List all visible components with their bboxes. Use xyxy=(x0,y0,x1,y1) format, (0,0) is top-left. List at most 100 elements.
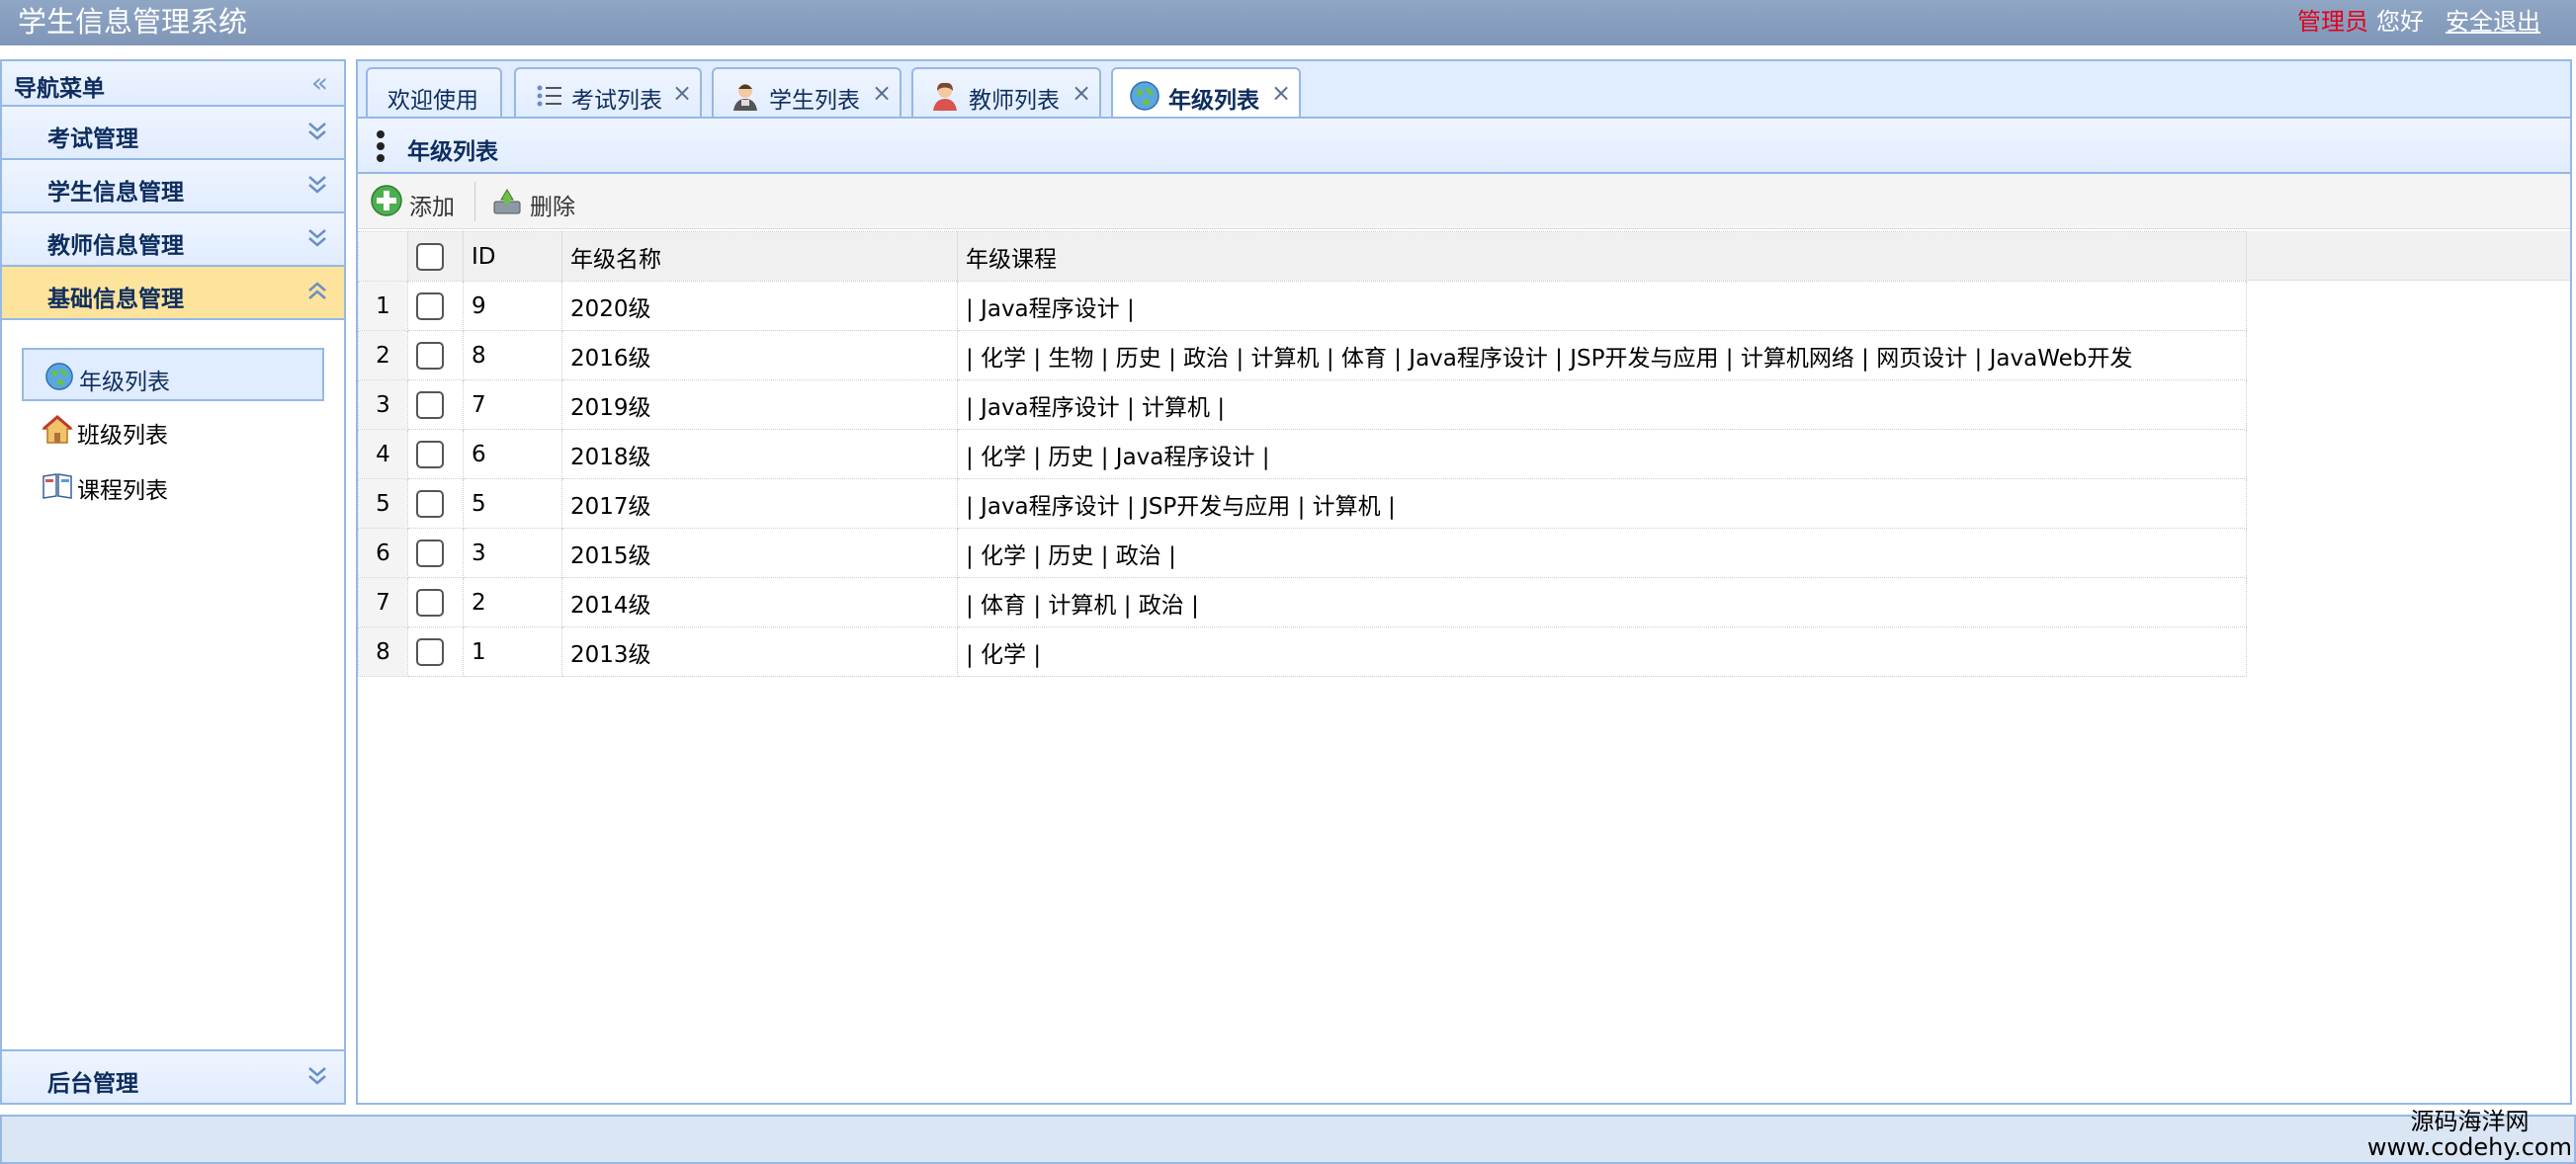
chevron-double-down-icon xyxy=(308,229,326,247)
cell-id: 1 xyxy=(463,626,562,677)
table-row[interactable]: 2 8 2016级 | 化学 | 生物 | 历史 | 政治 | 计算机 | 体育 | … xyxy=(358,330,2247,380)
table-row[interactable]: 8 1 2013级 | 化学 | xyxy=(358,626,2247,677)
house-icon xyxy=(42,415,73,444)
close-icon[interactable]: × xyxy=(1072,79,1091,107)
nav-group-exam[interactable]: 考试管理 xyxy=(2,107,344,160)
teacher-icon xyxy=(933,82,957,111)
cell-courses: | 化学 | 历史 | 政治 | xyxy=(957,528,2247,578)
column-header-name[interactable]: 年级名称 xyxy=(561,231,958,282)
close-icon[interactable]: × xyxy=(672,79,692,107)
nav-submenu: 年级列表 班级列表 课程列表 xyxy=(2,320,344,1032)
column-header-courses[interactable]: 年级课程 xyxy=(957,231,2247,282)
tab-bar: 欢迎使用 考试列表 × 学生列表 × 教师列表 × 年级列表 × xyxy=(356,59,2572,123)
row-select-cell xyxy=(407,379,464,430)
nav-title: 导航菜单 xyxy=(14,76,105,102)
close-icon[interactable]: × xyxy=(872,79,892,107)
row-number: 1 xyxy=(358,281,408,331)
nav-group-backend[interactable]: 后台管理 xyxy=(2,1049,344,1103)
tab-exam-list[interactable]: 考试列表 × xyxy=(514,67,702,121)
tab-grade-list[interactable]: 年级列表 × xyxy=(1111,67,1301,123)
nav-sidebar: 导航菜单 « 考试管理 学生信息管理 教师信息管理 基础信息管理 年级列表 班级… xyxy=(0,59,346,1105)
tab-teacher-list[interactable]: 教师列表 × xyxy=(911,67,1101,121)
cell-id: 3 xyxy=(463,528,562,578)
table-body: 1 9 2020级 | Java程序设计 | 2 8 2016级 | 化学 | 生物 | 历史… xyxy=(358,281,2247,677)
select-all-checkbox[interactable] xyxy=(416,242,444,271)
tab-label: 考试列表 xyxy=(571,88,662,114)
row-select-cell xyxy=(407,281,464,331)
nav-header: 导航菜单 « xyxy=(2,61,344,107)
row-number: 5 xyxy=(358,478,408,529)
table-row[interactable]: 7 2 2014级 | 体育 | 计算机 | 政治 | xyxy=(358,577,2247,627)
list-icon xyxy=(537,85,561,107)
cell-grade-name: 2017级 xyxy=(561,478,958,529)
toolbar: 添加 删除 xyxy=(358,174,2570,229)
cell-courses: | Java程序设计 | 计算机 | xyxy=(957,379,2247,430)
grade-list-panel: 年级列表 添加 删除 ID 年级名称 年级课程 1 9 2020级 | Java程序设… xyxy=(356,117,2572,1105)
row-select-cell xyxy=(407,478,464,529)
table-row[interactable]: 4 6 2018级 | 化学 | 历史 | Java程序设计 | xyxy=(358,429,2247,479)
row-select-cell xyxy=(407,577,464,627)
cell-grade-name: 2020级 xyxy=(561,281,958,331)
table-row[interactable]: 3 7 2019级 | Java程序设计 | 计算机 | xyxy=(358,379,2247,430)
nav-group-label: 基础信息管理 xyxy=(47,287,184,312)
cell-id: 5 xyxy=(463,478,562,529)
app-title: 学生信息管理系统 xyxy=(18,5,248,39)
status-footer xyxy=(0,1115,2576,1164)
nav-group-basic[interactable]: 基础信息管理 xyxy=(2,267,344,320)
grade-table: ID 年级名称 年级课程 1 9 2020级 | Java程序设计 | 2 8 2016级 |… xyxy=(358,231,2247,677)
row-checkbox[interactable] xyxy=(416,341,444,370)
table-row[interactable]: 6 3 2015级 | 化学 | 历史 | 政治 | xyxy=(358,528,2247,578)
chevron-double-up-icon xyxy=(308,282,326,299)
cell-courses: | 化学 | 历史 | Java程序设计 | xyxy=(957,429,2247,479)
row-checkbox[interactable] xyxy=(416,489,444,518)
row-checkbox[interactable] xyxy=(416,291,444,320)
cell-courses: | 体育 | 计算机 | 政治 | xyxy=(957,577,2247,627)
add-button[interactable]: 添加 xyxy=(362,180,465,223)
book-icon xyxy=(43,473,72,499)
nav-item-grade-list[interactable]: 年级列表 xyxy=(22,348,324,401)
tab-label: 教师列表 xyxy=(969,88,1060,114)
nav-group-teacher[interactable]: 教师信息管理 xyxy=(2,213,344,267)
tab-welcome[interactable]: 欢迎使用 xyxy=(366,67,502,121)
toolbar-divider xyxy=(474,182,475,221)
nav-item-label: 年级列表 xyxy=(79,370,170,395)
cell-grade-name: 2014级 xyxy=(561,577,958,627)
cell-courses: | 化学 | xyxy=(957,626,2247,677)
collapse-left-icon[interactable]: « xyxy=(311,69,328,97)
cell-courses: | Java程序设计 | JSP开发与应用 | 计算机 | xyxy=(957,478,2247,529)
row-checkbox[interactable] xyxy=(416,539,444,567)
cell-id: 7 xyxy=(463,379,562,430)
student-icon xyxy=(733,84,757,111)
cell-id: 2 xyxy=(463,577,562,627)
row-number: 2 xyxy=(358,330,408,380)
cell-courses: | 化学 | 生物 | 历史 | 政治 | 计算机 | 体育 | Java程序设… xyxy=(957,330,2247,380)
nav-item-class-list[interactable]: 班级列表 xyxy=(22,403,324,457)
delete-button[interactable]: 删除 xyxy=(482,180,589,223)
table-row[interactable]: 5 5 2017级 | Java程序设计 | JSP开发与应用 | 计算机 | xyxy=(358,478,2247,529)
row-checkbox[interactable] xyxy=(416,588,444,617)
chevron-double-down-icon xyxy=(308,1067,326,1085)
row-select-cell xyxy=(407,330,464,380)
tab-student-list[interactable]: 学生列表 × xyxy=(712,67,902,121)
admin-name: 管理员 xyxy=(2297,8,2368,36)
chevron-double-down-icon xyxy=(308,176,326,194)
table-row[interactable]: 1 9 2020级 | Java程序设计 | xyxy=(358,281,2247,331)
delete-label: 删除 xyxy=(530,195,575,220)
row-number: 6 xyxy=(358,528,408,578)
row-select-cell xyxy=(407,528,464,578)
row-number: 8 xyxy=(358,626,408,677)
close-icon[interactable]: × xyxy=(1271,79,1291,107)
app-header: 学生信息管理系统 管理员 您好 安全退出 xyxy=(0,0,2576,45)
logout-link[interactable]: 安全退出 xyxy=(2446,8,2540,36)
nav-group-label: 考试管理 xyxy=(47,126,138,152)
row-checkbox[interactable] xyxy=(416,390,444,419)
row-checkbox[interactable] xyxy=(416,440,444,468)
row-select-cell xyxy=(407,429,464,479)
tab-label: 欢迎使用 xyxy=(387,88,478,114)
column-header-id[interactable]: ID xyxy=(463,231,562,282)
more-vertical-icon[interactable] xyxy=(376,129,386,163)
nav-group-student[interactable]: 学生信息管理 xyxy=(2,160,344,213)
nav-item-course-list[interactable]: 课程列表 xyxy=(22,458,324,512)
row-checkbox[interactable] xyxy=(416,637,444,666)
cell-grade-name: 2013级 xyxy=(561,626,958,677)
